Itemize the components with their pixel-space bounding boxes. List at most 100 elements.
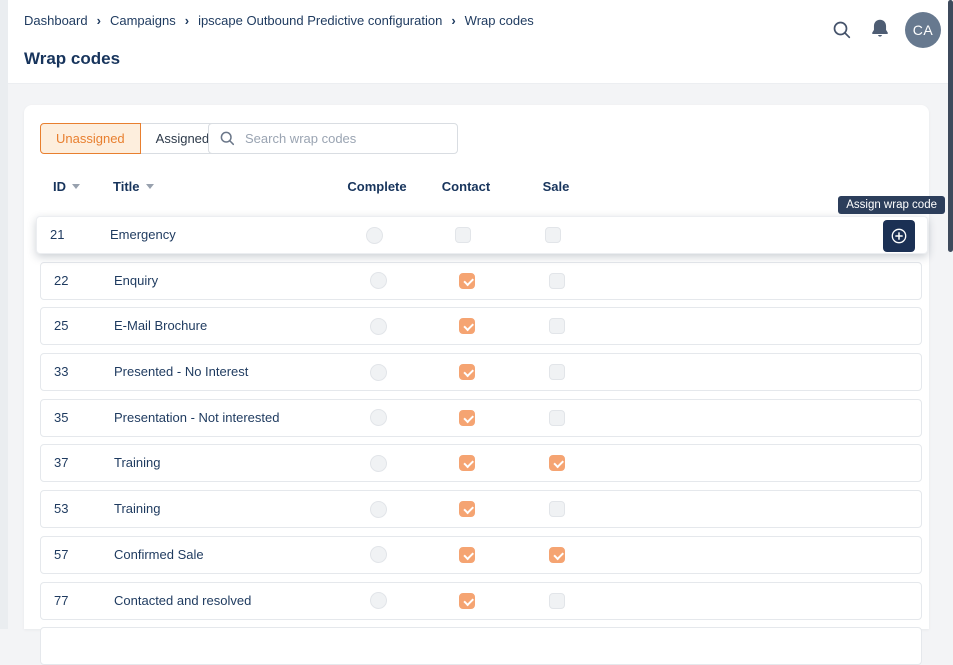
table-row[interactable]: 77 Contacted and resolved Assign wrap co… [40,582,922,620]
contact-checkbox[interactable] [455,227,471,243]
complete-radio[interactable] [370,546,387,563]
table-row[interactable]: 53 Training Assign wrap code [40,490,922,528]
row-title: Presentation - Not interested [114,400,279,436]
row-sale-cell [513,217,593,253]
table-row[interactable]: 35 Presentation - Not interested Assign … [40,399,922,437]
table-row[interactable]: 21 Emergency Assign wrap code [36,216,928,254]
search-icon [219,130,236,147]
search-icon [831,19,853,41]
row-title: E-Mail Brochure [114,308,207,344]
assignment-tabs: Unassigned Assigned [40,123,225,154]
complete-radio[interactable] [370,501,387,518]
row-title: Presented - No Interest [114,354,248,390]
avatar[interactable]: CA [905,12,941,48]
row-complete-cell [338,537,418,573]
breadcrumb-item-dashboard[interactable]: Dashboard [24,13,88,28]
table-row[interactable]: 57 Confirmed Sale Assign wrap code [40,536,922,574]
row-sale-cell [517,308,597,344]
column-header-id[interactable]: ID [53,179,80,194]
page-title: Wrap codes [24,49,120,69]
table-header: ID Title Complete Contact Sale [40,179,922,199]
scrollbar-thumb[interactable] [948,0,953,252]
row-complete-cell [338,400,418,436]
complete-radio[interactable] [370,318,387,335]
chevron-right-icon: › [451,13,455,28]
page-left-edge [0,0,8,629]
contact-checkbox[interactable] [459,273,475,289]
row-sale-cell [517,583,597,619]
row-id: 21 [50,217,64,253]
sale-checkbox[interactable] [549,501,565,517]
row-contact-cell [427,491,507,527]
table-row[interactable]: 25 E-Mail Brochure Assign wrap code [40,307,922,345]
row-id: 57 [54,537,68,573]
contact-checkbox[interactable] [459,318,475,334]
breadcrumb: Dashboard › Campaigns › ipscape Outbound… [24,13,534,28]
row-contact-cell [427,263,507,299]
row-title: Emergency [110,217,176,253]
row-id: 37 [54,445,68,481]
contact-checkbox[interactable] [459,364,475,380]
row-complete-cell [334,217,414,253]
wrap-codes-panel: Unassigned Assigned ID Title Complete Co… [24,105,929,629]
sale-checkbox[interactable] [549,547,565,563]
contact-checkbox[interactable] [459,593,475,609]
breadcrumb-item-wrap-codes: Wrap codes [465,13,534,28]
column-header-title[interactable]: Title [113,179,154,194]
assign-wrap-code-button[interactable] [883,220,915,252]
global-search-button[interactable] [829,17,855,43]
sort-caret-icon [72,184,80,189]
row-title: Contacted and resolved [114,583,251,619]
row-contact-cell [427,400,507,436]
tab-unassigned[interactable]: Unassigned [40,123,141,154]
row-complete-cell [338,354,418,390]
contact-checkbox[interactable] [459,501,475,517]
assign-wrap-code-tooltip: Assign wrap code [838,196,945,214]
row-sale-cell [517,445,597,481]
row-title: Enquiry [114,263,158,299]
sale-checkbox[interactable] [549,455,565,471]
complete-radio[interactable] [370,455,387,472]
column-header-complete: Complete [337,179,417,194]
complete-radio[interactable] [366,227,383,244]
sale-checkbox[interactable] [549,273,565,289]
row-contact-cell [427,583,507,619]
row-complete-cell [338,491,418,527]
column-header-contact: Contact [426,179,506,194]
table-row[interactable]: 33 Presented - No Interest Assign wrap c… [40,353,922,391]
wrap-code-search[interactable] [208,123,458,154]
sale-checkbox[interactable] [549,364,565,380]
row-id: 33 [54,354,68,390]
sale-checkbox[interactable] [545,227,561,243]
complete-radio[interactable] [370,592,387,609]
contact-checkbox[interactable] [459,410,475,426]
row-contact-cell [427,537,507,573]
complete-radio[interactable] [370,364,387,381]
sale-checkbox[interactable] [549,410,565,426]
circle-plus-icon [890,227,908,245]
sort-caret-icon [146,184,154,189]
sale-checkbox[interactable] [549,593,565,609]
search-input[interactable] [243,130,447,147]
sale-checkbox[interactable] [549,318,565,334]
contact-checkbox[interactable] [459,455,475,471]
breadcrumb-item-campaign-config[interactable]: ipscape Outbound Predictive configuratio… [198,13,442,28]
notifications-button[interactable] [867,16,893,42]
table-row[interactable]: 22 Enquiry Assign wrap code [40,262,922,300]
row-title: Confirmed Sale [114,537,204,573]
breadcrumb-item-campaigns[interactable]: Campaigns [110,13,176,28]
row-id: 35 [54,400,68,436]
page: { "breadcrumb": { "separator": "›", "ite… [0,0,953,629]
table-rows: 21 Emergency Assign wrap code 22 Enqui [40,216,922,665]
row-title: Training [114,445,160,481]
table-row[interactable]: 37 Training Assign wrap code [40,444,922,482]
bell-icon [869,18,891,40]
complete-radio[interactable] [370,409,387,426]
contact-checkbox[interactable] [459,547,475,563]
chevron-right-icon: › [185,13,189,28]
complete-radio[interactable] [370,272,387,289]
row-contact-cell [427,445,507,481]
row-complete-cell [338,308,418,344]
row-sale-cell [517,537,597,573]
row-id: 77 [54,583,68,619]
